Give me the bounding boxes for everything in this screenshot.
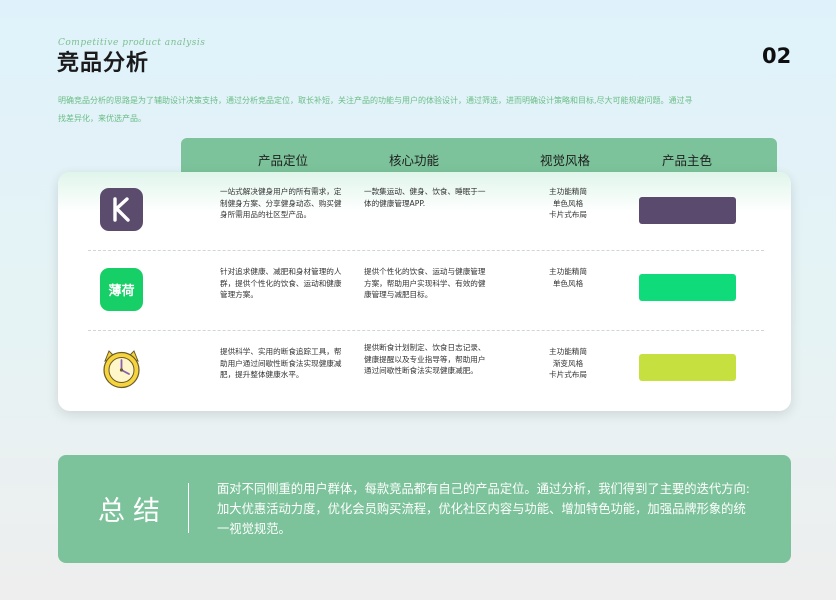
visual-style-item: 卡片式布局: [549, 370, 587, 379]
summary-panel: 总结 面对不同侧重的用户群体，每款竞品都有自己的产品定位。通过分析，我们得到了主…: [58, 455, 791, 563]
summary-text: 面对不同侧重的用户群体，每款竞品都有自己的产品定位。通过分析，我们得到了主要的迭…: [217, 482, 750, 536]
keep-app-icon: [100, 188, 143, 231]
visual-style-item: 主功能精简: [549, 347, 587, 356]
table-row: 提供科学、实用的断食追踪工具，帮助用户通过间歇性断食法实现健康减肥，提升整体健康…: [58, 330, 791, 411]
visual-style-item: 单色风格: [552, 278, 584, 288]
visual-style-item: 单色风格: [552, 198, 584, 208]
color-swatch: [639, 354, 736, 381]
page-number: 02: [762, 44, 792, 68]
core-function-cell: 一款集运动、健身、饮食、睡眠于一体的健康管理APP.: [364, 187, 486, 208]
positioning-cell: 一站式解决健身用户的所有需求，定制健身方案、分享健身动态、购买健身所需用品的社区…: [220, 187, 342, 219]
visual-style-item: 渐变风格: [552, 358, 584, 368]
visual-style-item: 主功能精简: [549, 187, 587, 196]
visual-style-cell: 主功能精简 渐变风格 卡片式布局: [540, 346, 596, 381]
visual-style-cell: 主功能精简 单色风格 卡片式布局: [540, 186, 596, 221]
column-header-core-function: 核心功能: [388, 153, 439, 168]
column-header-positioning: 产品定位: [257, 153, 308, 168]
table-row: 一站式解决健身用户的所有需求，定制健身方案、分享健身动态、购买健身所需用品的社区…: [58, 172, 791, 250]
core-function-cell: 提供个性化的饮食、运动与健康管理方案，帮助用户实现科学、有效的健康管理与减肥目标…: [364, 267, 486, 299]
column-header-visual-style: 视觉风格: [539, 153, 590, 168]
table-row: 薄荷 针对追求健康、减肥和身材管理的人群，提供个性化的饮食、运动和健康管理方案。…: [58, 250, 791, 330]
color-swatch: [639, 197, 736, 224]
summary-divider: [188, 483, 189, 533]
visual-style-item: 主功能精简: [549, 267, 587, 276]
visual-style-cell: 主功能精简 单色风格: [540, 266, 596, 289]
positioning-cell: 针对追求健康、减肥和身材管理的人群，提供个性化的饮食、运动和健康管理方案。: [220, 267, 342, 299]
page-title: 竞品分析: [57, 51, 150, 76]
core-function-cell: 提供断食计划制定、饮食日志记录、健康提醒以及专业指导等，帮助用户通过间歇性断食法…: [364, 343, 486, 375]
intro-paragraph: 明确竞品分析的思路是为了辅助设计决策支持，通过分析竞品定位，取长补短，关注产品的…: [58, 96, 693, 123]
bohe-app-icon: 薄荷: [100, 268, 143, 311]
column-header-main-color: 产品主色: [661, 153, 712, 168]
fasting-clock-cat-icon: [100, 347, 143, 390]
positioning-cell: 提供科学、实用的断食追踪工具，帮助用户通过间歇性断食法实现健康减肥，提升整体健康…: [220, 347, 342, 379]
color-swatch: [639, 274, 736, 301]
summary-label: 总结: [98, 496, 168, 527]
visual-style-item: 卡片式布局: [549, 210, 587, 219]
svg-text:薄荷: 薄荷: [108, 283, 134, 299]
comparison-table: 一站式解决健身用户的所有需求，定制健身方案、分享健身动态、购买健身所需用品的社区…: [58, 172, 791, 411]
